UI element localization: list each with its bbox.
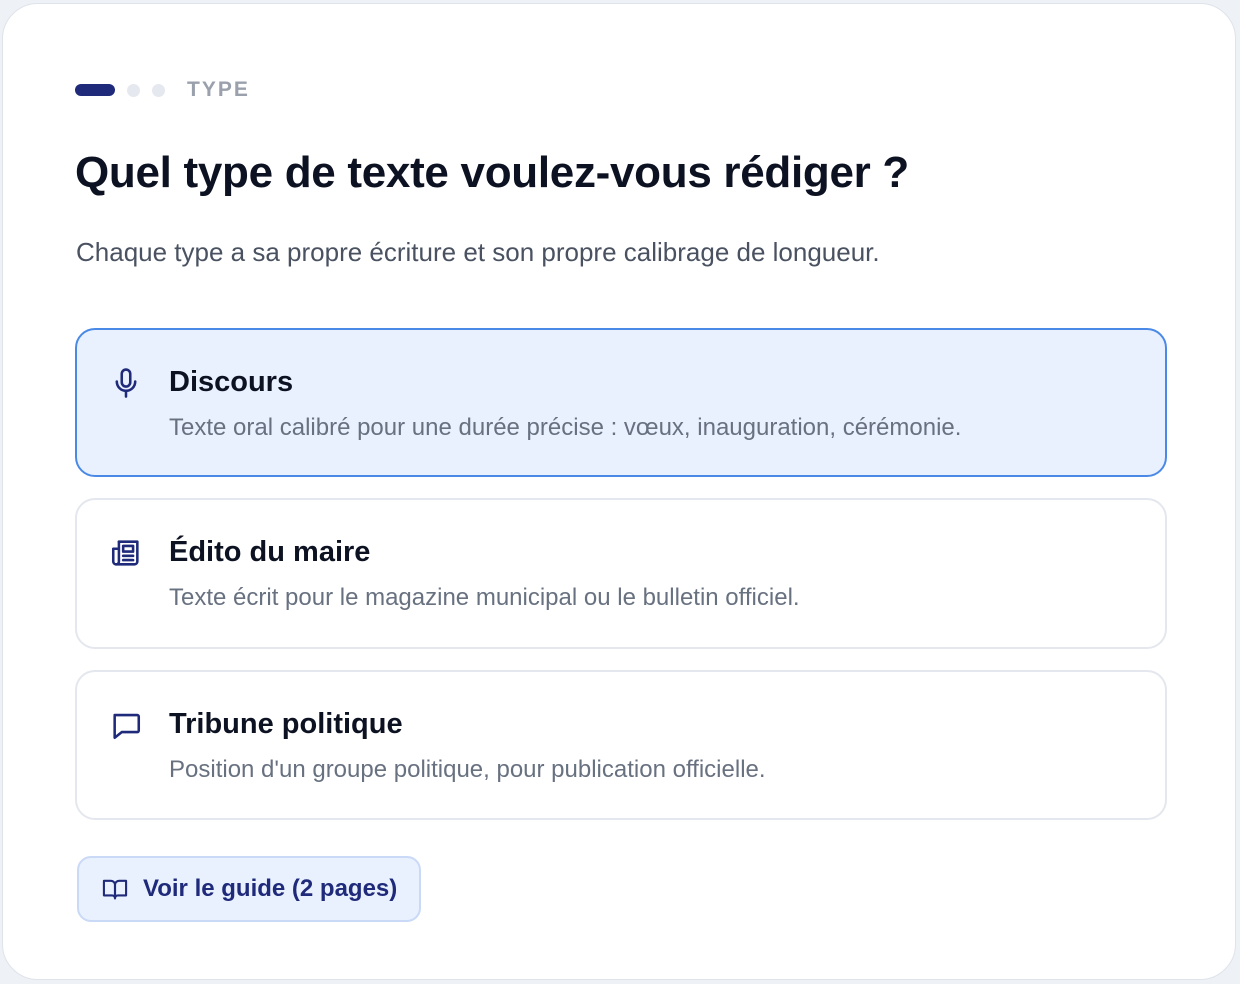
option-edito-du-maire[interactable]: Édito du maire Texte écrit pour le magaz… [75, 498, 1167, 649]
option-title: Discours [169, 366, 294, 398]
newspaper-icon [111, 540, 139, 566]
progress-step-2 [127, 83, 140, 97]
step-label: TYPE [187, 78, 250, 101]
view-guide-button[interactable]: Voir le guide (2 pages) [77, 856, 422, 922]
step-progress: TYPE [75, 78, 250, 101]
progress-step-3 [152, 83, 165, 97]
view-guide-label: Voir le guide (2 pages) [143, 875, 398, 902]
progress-step-1-active [75, 84, 115, 96]
option-discours[interactable]: Discours Texte oral calibré pour une dur… [75, 328, 1167, 477]
option-title: Tribune politique [169, 708, 403, 740]
option-description: Position d'un groupe politique, pour pub… [169, 756, 766, 783]
page-title: Quel type de texte voulez-vous rédiger ? [75, 148, 909, 197]
option-tribune-politique[interactable]: Tribune politique Position d'un groupe p… [75, 670, 1167, 820]
option-description: Texte oral calibré pour une durée précis… [169, 414, 962, 441]
microphone-icon [115, 368, 137, 398]
open-book-icon [102, 879, 128, 900]
type-selection-card: TYPE Quel type de texte voulez-vous rédi… [2, 3, 1236, 980]
speech-bubble-icon [113, 713, 141, 740]
option-title: Édito du maire [169, 536, 371, 568]
option-description: Texte écrit pour le magazine municipal o… [169, 584, 800, 611]
page-subtitle: Chaque type a sa propre écriture et son … [76, 237, 880, 267]
